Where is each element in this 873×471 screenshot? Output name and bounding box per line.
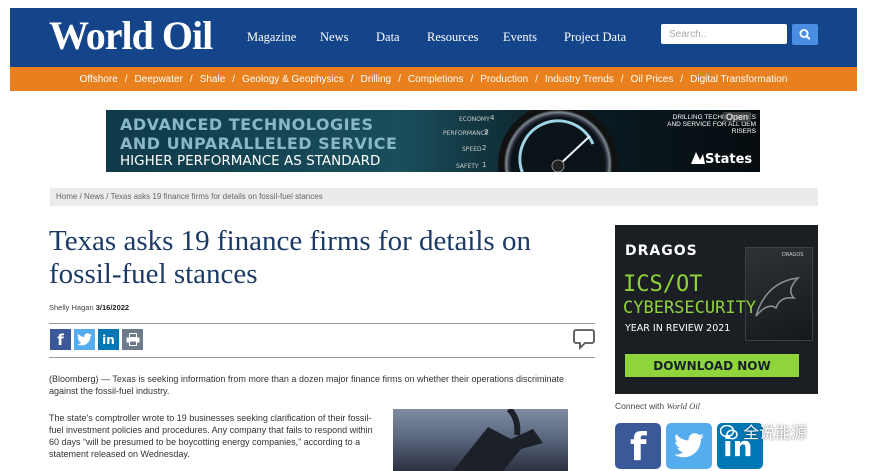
site-logo[interactable]: World Oil [49, 14, 213, 58]
breadcrumb-trail: Home / News / Texas asks 19 finance firm… [56, 192, 323, 201]
connect-prefix: Connect with [615, 401, 667, 411]
category-list: Offshore / Deepwater / Shale / Geology & Ge… [10, 67, 857, 91]
gauge-label-economy: ECONOMY [459, 116, 490, 123]
linkedin-icon: in [102, 332, 115, 347]
nav-project-data[interactable]: Project Data [564, 29, 626, 45]
category-separator: / [189, 73, 193, 85]
gauge-label-performance: PERFORMANCE [443, 130, 489, 137]
gauge-number-4: 4 [490, 114, 495, 122]
comment-button[interactable] [572, 327, 596, 351]
ad-brand-name: States [705, 152, 753, 167]
category-digital-transformation[interactable]: Digital Transformation [690, 74, 787, 85]
share-twitter-button[interactable] [74, 329, 95, 350]
download-now-button[interactable]: DOWNLOAD NOW [625, 354, 799, 377]
category-separator: / [620, 73, 624, 85]
gauge-number-2: 2 [482, 144, 487, 152]
search-input[interactable] [661, 24, 787, 44]
connect-facebook-button[interactable]: f [615, 423, 661, 469]
wechat-icon [719, 424, 738, 440]
brand-mark-icon [691, 152, 705, 164]
comment-icon [573, 329, 595, 351]
gauge-label-safety: SAFETY [456, 163, 479, 170]
breadcrumb-separator: / [106, 192, 109, 201]
connect-brand: World Oil [666, 401, 700, 411]
category-separator: / [680, 73, 684, 85]
print-icon [126, 333, 139, 346]
connect-heading: Connect with World Oil [615, 401, 700, 411]
category-production[interactable]: Production [480, 74, 528, 85]
search-icon [799, 29, 811, 40]
twitter-icon [674, 433, 704, 458]
breadcrumb-home[interactable]: Home [56, 192, 77, 201]
oil-pumpjack-silhouette [453, 409, 543, 471]
category-separator: / [350, 73, 354, 85]
ad-headline-2: CYBERSECURITY [623, 298, 757, 318]
category-deepwater[interactable]: Deepwater [135, 74, 183, 85]
search-button[interactable] [792, 24, 818, 45]
print-button[interactable] [122, 329, 143, 350]
ad-line-2: AND UNPARALLELED SERVICE [120, 134, 398, 153]
category-industry-trends[interactable]: Industry Trends [545, 74, 614, 85]
ad-open-label[interactable]: Open [723, 112, 752, 122]
category-drilling[interactable]: Drilling [361, 74, 392, 85]
gauge-needle [518, 119, 595, 172]
divider [49, 357, 595, 358]
breadcrumb-separator: / [79, 192, 82, 201]
report-cover-image: DRAGOS [745, 247, 813, 341]
twitter-icon [77, 333, 92, 346]
ad-banner[interactable]: ADVANCED TECHNOLOGIES AND UNPARALLELED S… [106, 110, 760, 172]
ad-line-1: ADVANCED TECHNOLOGIES [120, 115, 374, 134]
article-title: Texas asks 19 finance firms for details … [49, 225, 531, 290]
category-shale[interactable]: Shale [200, 74, 226, 85]
category-separator: / [124, 73, 128, 85]
dragos-logo: DRAGOS [625, 243, 698, 259]
category-oil-prices[interactable]: Oil Prices [631, 74, 674, 85]
article-image [393, 409, 568, 471]
breadcrumb-current: Texas asks 19 finance firms for details … [110, 192, 323, 201]
category-offshore[interactable]: Offshore [80, 74, 118, 85]
gauge-number-1: 1 [482, 161, 487, 169]
nav-events[interactable]: Events [503, 29, 537, 45]
divider [49, 323, 595, 324]
category-completions[interactable]: Completions [408, 74, 464, 85]
article-paragraph: (Bloomberg) — Texas is seeking informati… [49, 374, 565, 396]
publish-date: 3/16/2022 [95, 303, 130, 312]
report-cover-brand: DRAGOS [782, 252, 804, 258]
category-separator: / [398, 73, 401, 85]
category-separator: / [232, 73, 236, 85]
share-facebook-button[interactable]: f [50, 329, 71, 350]
facebook-icon: f [57, 330, 64, 349]
nav-news[interactable]: News [320, 29, 348, 45]
category-separator: / [470, 73, 474, 85]
watermark-text: 全说能源 [743, 423, 808, 442]
share-linkedin-button[interactable]: in [98, 329, 119, 350]
author[interactable]: Shelly Hagan [49, 303, 94, 312]
gauge-graphic [498, 110, 618, 172]
facebook-icon: f [630, 425, 647, 469]
ad-line-3: HIGHER PERFORMANCE AS STANDARD [120, 153, 381, 169]
connect-twitter-button[interactable] [666, 423, 712, 469]
breadcrumb: Home / News / Texas asks 19 finance firm… [50, 188, 818, 206]
ad-headline-1: ICS/OT [623, 272, 703, 297]
article-paragraph: The state's comptroller wrote to 19 busi… [49, 413, 373, 459]
gauge-label-speed: SPEED [462, 146, 482, 153]
dragon-graphic [755, 276, 801, 317]
nav-magazine[interactable]: Magazine [247, 29, 296, 45]
sidebar-ad[interactable]: DRAGOS DRAGOS ICS/OT CYBERSECURITY YEAR … [615, 225, 818, 394]
category-separator: / [535, 73, 538, 85]
ad-subtitle: YEAR IN REVIEW 2021 [625, 323, 731, 334]
ad-brand-logo: States [691, 152, 752, 167]
byline: Shelly Hagan 3/16/2022 [49, 303, 129, 312]
category-geology-geophysics[interactable]: Geology & Geophysics [242, 74, 344, 85]
category-bar: Offshore / Deepwater / Shale / Geology & Ge… [10, 67, 857, 91]
wechat-watermark: 全说能源 [719, 419, 808, 443]
gauge-number-3: 3 [484, 128, 489, 136]
nav-data[interactable]: Data [376, 29, 400, 45]
breadcrumb-news[interactable]: News [84, 192, 104, 201]
nav-resources[interactable]: Resources [427, 29, 478, 45]
